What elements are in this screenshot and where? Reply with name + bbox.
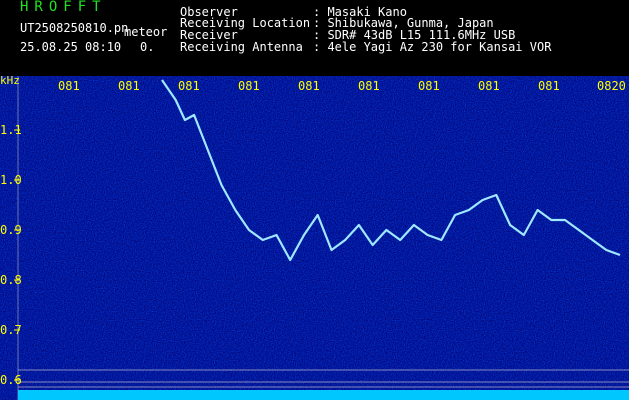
mode-label: meteor (124, 25, 168, 39)
datetime-label: 25.08.25 08:10 (20, 40, 122, 54)
time-tick-label: 081 (478, 79, 500, 93)
time-tick-label: 081 (178, 79, 200, 93)
noise-texture (0, 76, 629, 400)
freq-tick-label: 1.0 (0, 173, 22, 187)
freq-tick-label: 0.6 (0, 373, 22, 387)
freq-tick-label: 1.1 (0, 123, 22, 137)
baseline-strip (18, 390, 629, 400)
time-tick-label: 081 (418, 79, 440, 93)
antenna-label: Receiving Antenna (180, 40, 303, 54)
antenna-value: : 4ele Yagi Az 230 for Kansai VOR (313, 40, 552, 54)
app-title: HROFFT (20, 0, 107, 15)
count-label: 0. (140, 40, 155, 54)
time-tick-label: 081 (298, 79, 320, 93)
header-panel: HROFFT UT2508250810.pn meteor 25.08.25 0… (0, 0, 629, 76)
time-tick-label: 081 (118, 79, 140, 93)
time-tick-label: 0820 (597, 79, 626, 93)
time-tick-label: 081 (238, 79, 260, 93)
freq-tick-label: 0.9 (0, 223, 22, 237)
freq-tick-label: 0.8 (0, 273, 22, 287)
filename-label: UT2508250810.pn (20, 21, 129, 35)
time-tick-label: 081 (358, 79, 380, 93)
freq-unit-label: kHz (0, 76, 20, 87)
freq-tick-label: 0.7 (0, 323, 22, 337)
time-tick-label: 081 (538, 79, 560, 93)
spectrogram: 1.1 1.0 0.9 0.8 0.7 0.6 081 081 081 081 081 081 081… (0, 76, 629, 400)
time-tick-label: 081 (58, 79, 80, 93)
